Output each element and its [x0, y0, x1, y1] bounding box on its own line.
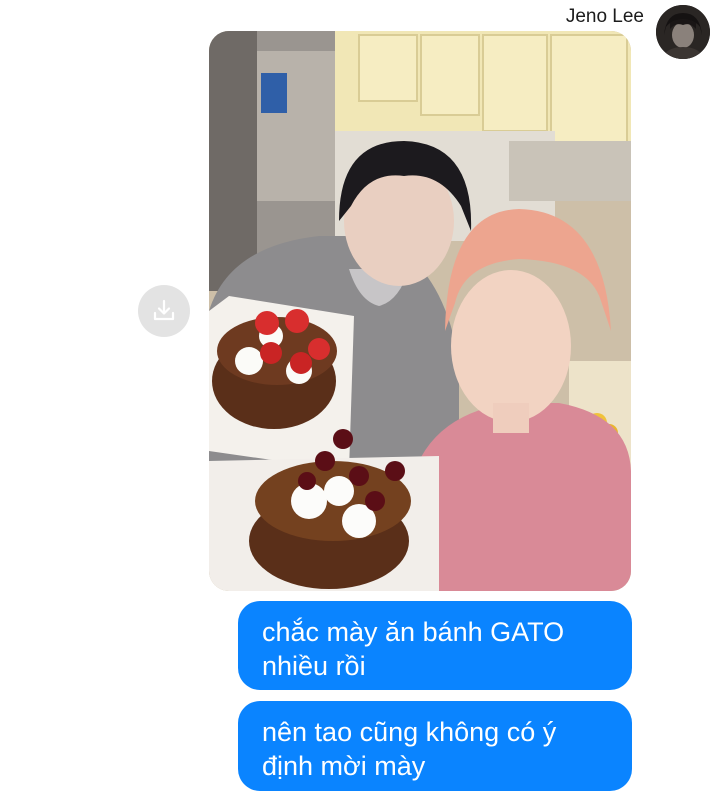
- message-bubble[interactable]: chắc mày ăn bánh GATO nhiều rồi: [238, 601, 632, 690]
- shared-photo[interactable]: [209, 31, 631, 591]
- message-bubble[interactable]: nên tao cũng không có ý định mời mày: [238, 701, 632, 791]
- download-button[interactable]: [138, 285, 190, 337]
- user-avatar-icon: [656, 5, 710, 59]
- download-icon: [153, 299, 175, 321]
- photo-kitchen-cakes-icon: [209, 31, 631, 591]
- sender-name: Jeno Lee: [565, 6, 644, 27]
- sender-avatar[interactable]: [656, 5, 710, 59]
